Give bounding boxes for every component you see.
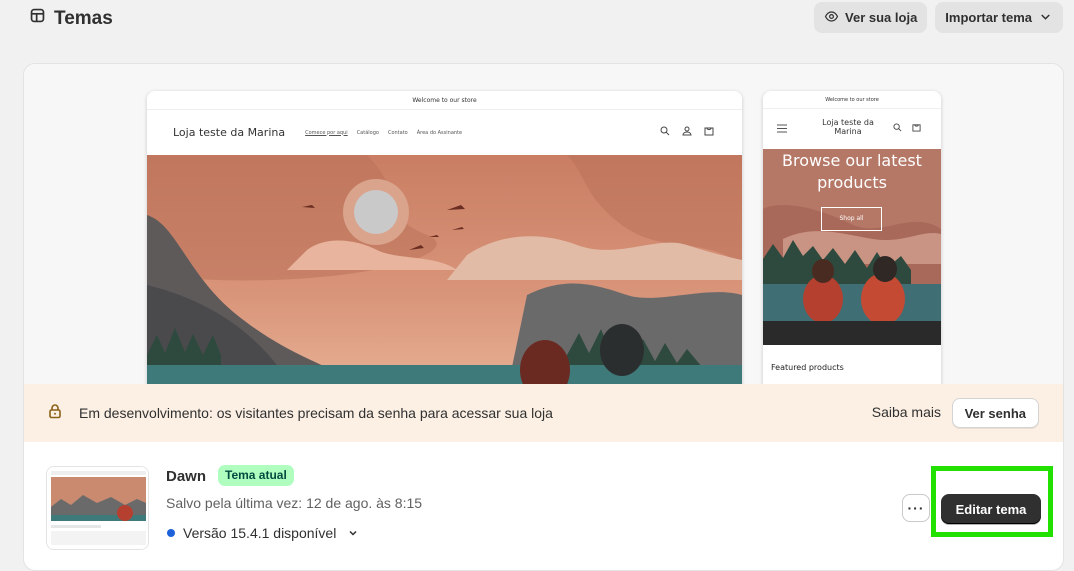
theme-preview[interactable]: Welcome to our store Loja teste da Marin… [24,64,1063,384]
desktop-nav: Loja teste da Marina Comece por aqui Cat… [147,110,742,155]
cart-icon [912,124,921,132]
last-saved-text: Salvo pela última vez: 12 de ago. às 8:1… [166,495,423,511]
eye-icon [824,9,839,27]
mobile-nav: Loja teste da Marina [763,109,941,149]
dev-mode-message: Em desenvolvimento: os visitantes precis… [79,405,553,421]
mobile-preview: Welcome to our store Loja teste da Marin… [763,91,941,384]
chevron-down-icon [1038,9,1053,27]
edit-theme-button[interactable]: Editar tema [941,494,1041,524]
hero-illustration [147,155,742,384]
more-actions-button[interactable]: ··· [902,494,930,522]
mobile-announcement-bar: Welcome to our store [763,91,941,109]
account-icon [682,126,692,136]
show-password-button[interactable]: Ver senha [951,398,1039,428]
import-theme-label: Importar tema [945,10,1032,25]
view-store-label: Ver sua loja [845,10,918,25]
version-status-dot [167,529,175,537]
nav-link: Comece por aqui [305,129,348,136]
announcement-bar: Welcome to our store [147,91,742,110]
nav-link: Contato [387,129,408,136]
view-store-button[interactable]: Ver sua loja [814,2,928,33]
theme-card: Welcome to our store Loja teste da Marin… [23,63,1064,571]
page-title-text: Temas [54,7,113,29]
mobile-hero-headline: Browse our latest products [782,151,922,192]
theme-thumbnail [46,466,149,550]
theme-name: Dawn [166,468,207,485]
version-dropdown[interactable]: Versão 15.4.1 disponível [167,525,358,541]
nav-links: Comece por aqui Catálogo Contato Área do… [305,130,462,136]
search-icon [660,126,670,136]
nav-link: Catálogo [356,129,379,136]
learn-more-link[interactable]: Saiba mais [872,404,941,420]
lock-icon [47,403,79,424]
desktop-preview: Welcome to our store Loja teste da Marin… [147,91,742,384]
menu-icon [777,124,787,133]
cart-icon [704,127,714,136]
nav-link: Área do Assinante [416,129,463,136]
chevron-down-icon [344,525,358,541]
mobile-shop-all-button: Shop all [821,207,882,231]
mobile-store-name: Loja teste da Marina [822,118,874,136]
themes-icon [29,7,46,30]
import-theme-button[interactable]: Importar tema [935,2,1063,33]
dev-mode-banner: Em desenvolvimento: os visitantes precis… [24,384,1063,442]
header-actions: Ver sua loja Importar tema [814,2,1063,33]
store-name: Loja teste da Marina [173,126,286,139]
version-text: Versão 15.4.1 disponível [183,525,337,541]
search-icon [893,123,902,132]
mobile-featured-heading: Featured products [771,363,844,372]
page-title: Temas [29,7,113,30]
current-theme-badge: Tema atual [218,465,294,486]
